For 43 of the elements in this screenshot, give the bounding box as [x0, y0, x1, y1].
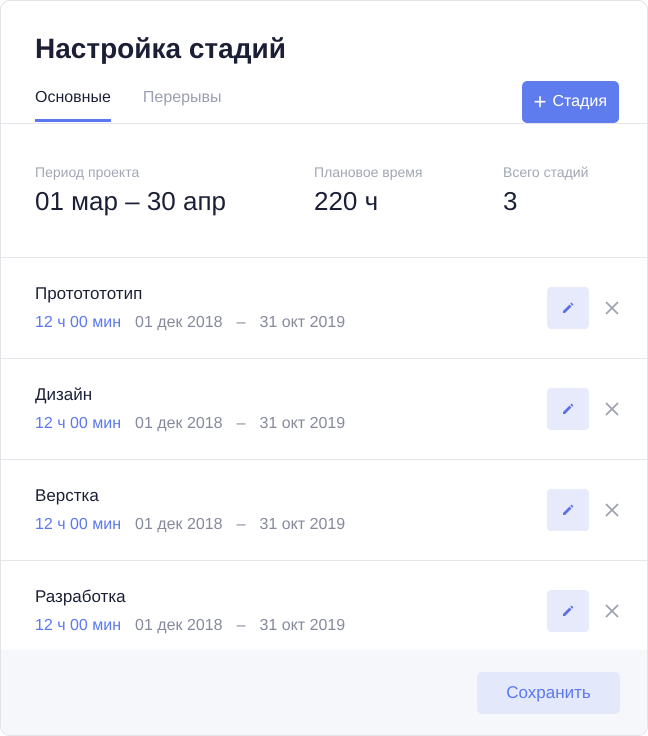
- stat-value: 01 мар – 30 апр: [35, 186, 226, 217]
- stage-name: Дизайн: [35, 385, 92, 405]
- stage-end-date: 31 окт 2019: [259, 314, 346, 332]
- stage-name: Разработка: [35, 587, 126, 607]
- edit-button[interactable]: [547, 590, 589, 632]
- stat-label: Плановое время: [314, 164, 422, 180]
- close-icon[interactable]: [605, 301, 619, 315]
- stage-start-date: 01 дек 2018: [135, 516, 223, 534]
- pencil-icon: [562, 504, 574, 516]
- close-icon[interactable]: [605, 604, 619, 618]
- edit-button[interactable]: [547, 388, 589, 430]
- pencil-icon: [562, 605, 574, 617]
- date-dash: –: [236, 415, 246, 433]
- date-dash: –: [236, 314, 246, 332]
- pencil-icon: [562, 302, 574, 314]
- close-icon[interactable]: [605, 503, 619, 517]
- stat-label: Всего стадий: [503, 164, 588, 180]
- close-icon[interactable]: [605, 402, 619, 416]
- stage-duration: 12 ч 00 мин: [35, 617, 122, 635]
- date-dash: –: [236, 516, 246, 534]
- save-button[interactable]: Сохранить: [477, 672, 620, 714]
- stage-name: Верстка: [35, 486, 99, 506]
- edit-button[interactable]: [547, 489, 589, 531]
- dialog-title: Настройка стадий: [35, 32, 286, 66]
- tab[interactable]: Основные: [35, 81, 111, 122]
- stage-end-date: 31 окт 2019: [259, 415, 346, 433]
- stat-value: 220 ч: [314, 186, 378, 217]
- stat-value: 3: [503, 186, 518, 217]
- stage-end-date: 31 окт 2019: [259, 516, 346, 534]
- edit-button[interactable]: [547, 287, 589, 329]
- add-stage-button[interactable]: + Стадия: [522, 81, 619, 123]
- stage-duration: 12 ч 00 мин: [35, 415, 122, 433]
- stat-label: Период проекта: [35, 164, 140, 180]
- stage-start-date: 01 дек 2018: [135, 617, 223, 635]
- stage-name: Прототототип: [35, 284, 142, 304]
- pencil-icon: [562, 403, 574, 415]
- stage-duration: 12 ч 00 мин: [35, 516, 122, 534]
- date-dash: –: [236, 617, 246, 635]
- tab[interactable]: Перерывы: [142, 81, 222, 122]
- stage-start-date: 01 дек 2018: [135, 415, 223, 433]
- stage-duration: 12 ч 00 мин: [35, 314, 122, 332]
- stage-start-date: 01 дек 2018: [135, 314, 223, 332]
- stage-end-date: 31 окт 2019: [259, 617, 346, 635]
